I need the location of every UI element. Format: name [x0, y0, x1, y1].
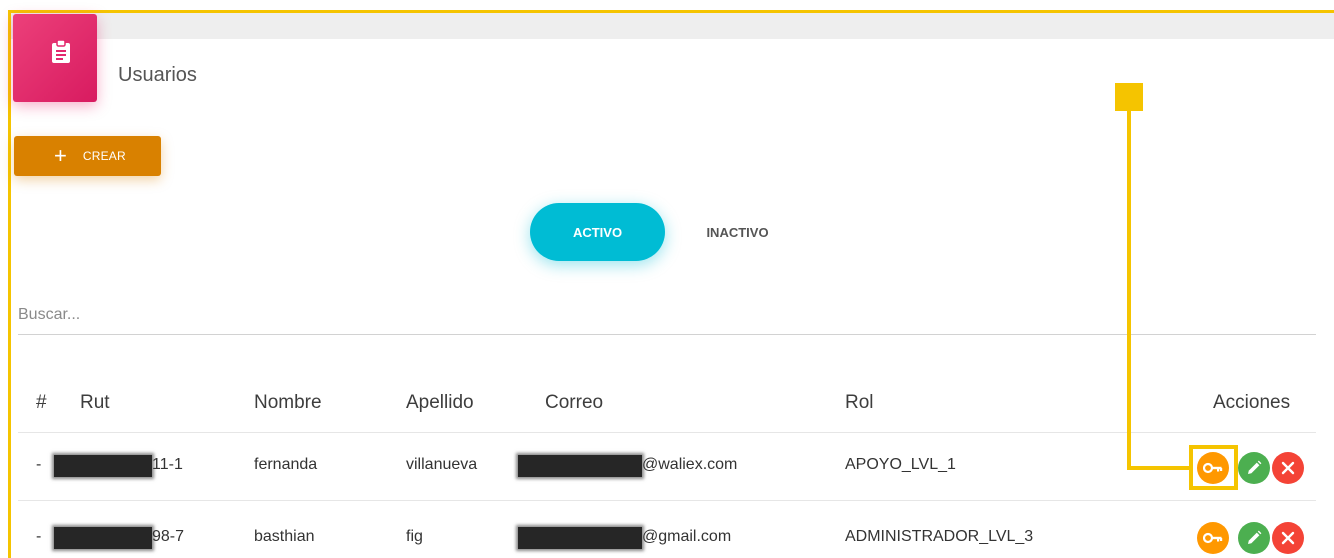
row-rut: 11-1 — [152, 456, 183, 473]
annotation-line — [1127, 466, 1190, 470]
header-rol: Rol — [845, 392, 874, 413]
pencil-icon — [1248, 460, 1262, 474]
header-num: # — [36, 392, 47, 413]
annotation-marker — [1115, 83, 1143, 111]
delete-button[interactable] — [1272, 522, 1304, 554]
row-apellido: fig — [406, 528, 423, 545]
redacted-rut — [54, 455, 152, 477]
redacted-rut — [54, 527, 152, 549]
close-icon — [1281, 461, 1295, 475]
pencil-icon — [1248, 530, 1262, 544]
redacted-email — [518, 455, 642, 477]
row-rol: ADMINISTRADOR_LVL_3 — [845, 528, 1034, 545]
row-num: - — [36, 456, 42, 473]
header-correo: Correo — [545, 392, 604, 413]
annotation-line — [1127, 110, 1131, 470]
header-nombre: Nombre — [254, 392, 322, 413]
row-nombre: fernanda — [254, 456, 318, 473]
key-icon — [1203, 532, 1223, 544]
page-title: Usuarios — [118, 64, 197, 86]
row-rol: APOYO_LVL_1 — [845, 456, 956, 473]
tab-inactivo[interactable]: INACTIVO — [680, 203, 795, 261]
create-button[interactable]: + CREAR — [14, 136, 161, 176]
row-correo: @waliex.com — [642, 456, 738, 473]
redacted-email — [518, 527, 642, 549]
header-card-icon — [13, 14, 97, 102]
delete-button[interactable] — [1272, 452, 1304, 484]
edit-button[interactable] — [1238, 452, 1270, 484]
row-apellido: villanueva — [406, 456, 478, 473]
close-icon — [1281, 531, 1295, 545]
tab-activo[interactable]: ACTIVO — [530, 203, 665, 261]
top-bar — [11, 13, 1334, 39]
clipboard-icon — [52, 40, 70, 63]
row-nombre: basthian — [254, 528, 315, 545]
search-input[interactable] — [18, 295, 1316, 335]
row-rut: 98-7 — [152, 528, 185, 545]
plus-icon: + — [54, 143, 67, 168]
edit-button[interactable] — [1238, 522, 1270, 554]
annotation-highlight-box — [1189, 445, 1238, 490]
header-divider — [18, 432, 1316, 433]
row-correo: @gmail.com — [642, 528, 732, 545]
reset-password-button[interactable] — [1197, 522, 1229, 554]
row-divider — [18, 500, 1316, 501]
header-apellido: Apellido — [406, 392, 474, 413]
create-button-label: CREAR — [82, 149, 126, 163]
header-rut: Rut — [80, 392, 110, 413]
header-acciones: Acciones — [1213, 392, 1291, 413]
row-num: - — [36, 528, 42, 545]
